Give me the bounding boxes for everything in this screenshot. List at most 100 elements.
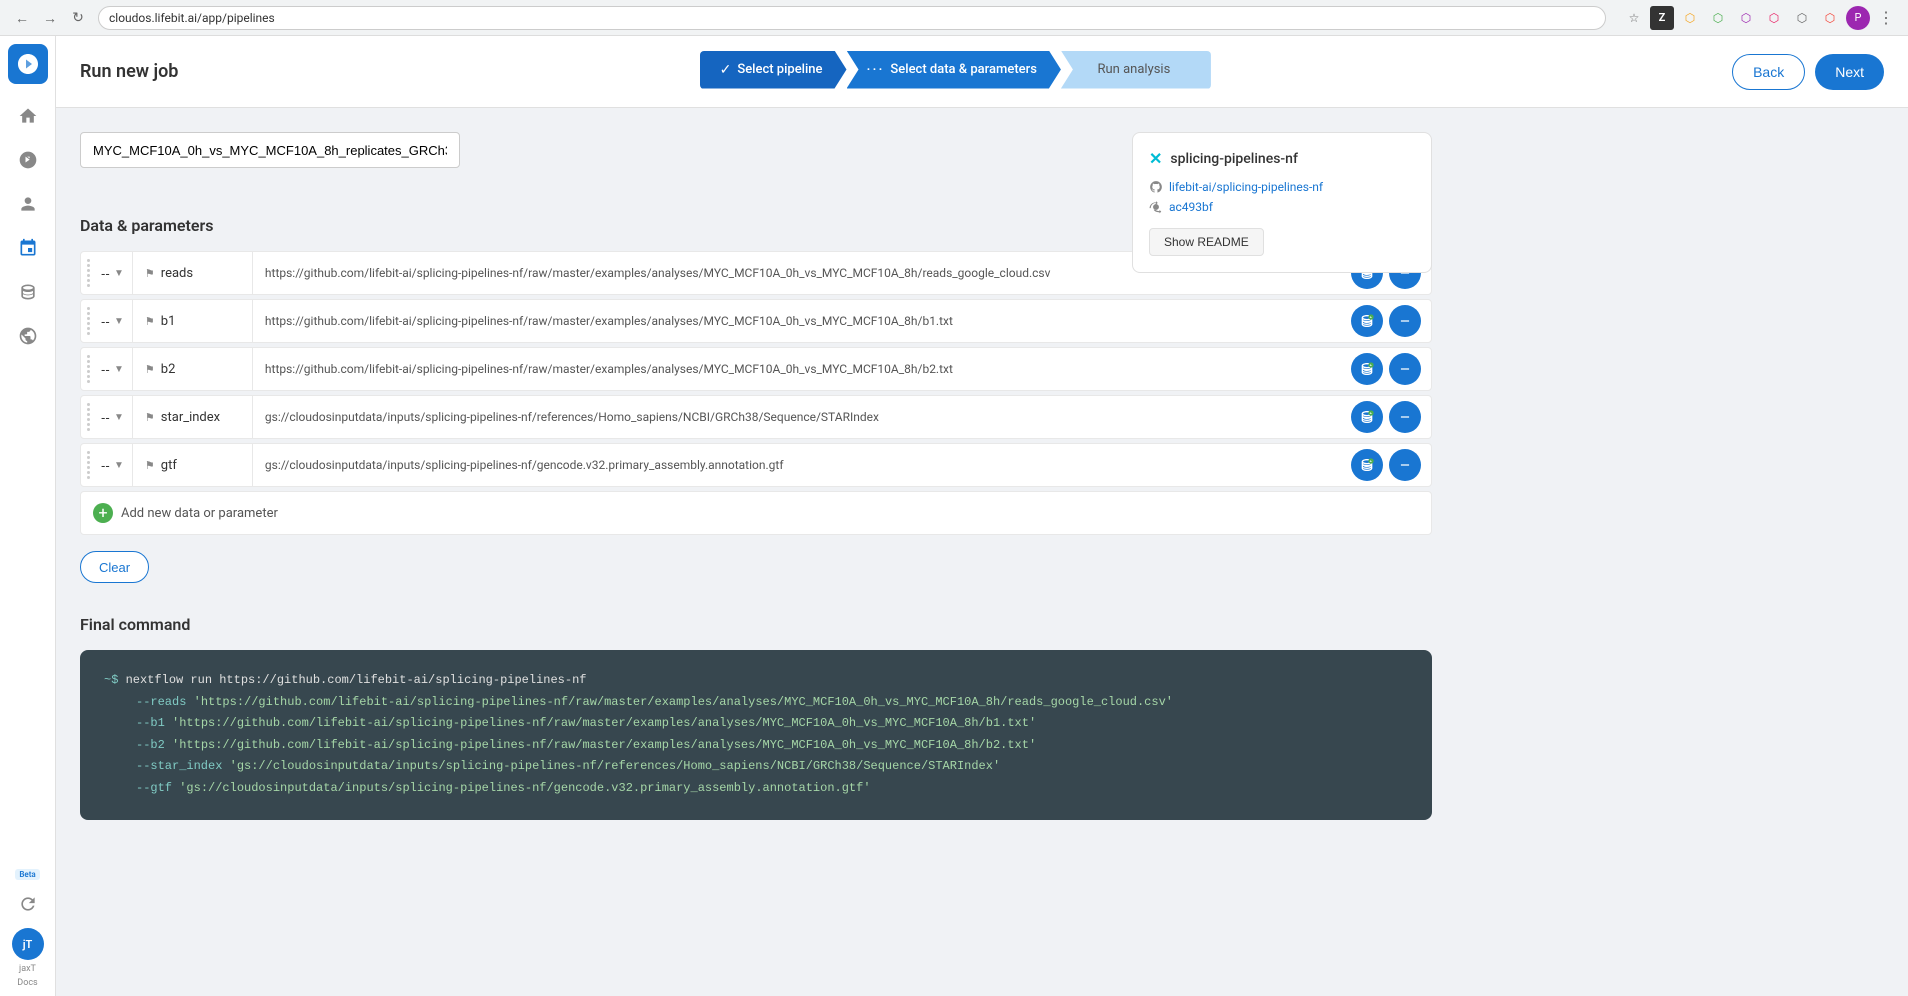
minus-icon	[1398, 362, 1412, 376]
sidebar-item-refresh[interactable]	[8, 884, 48, 924]
param-remove-button-4[interactable]	[1389, 449, 1421, 481]
refresh-nav-button[interactable]: ↻	[66, 6, 90, 30]
cmd-value-text: 'https://github.com/lifebit-ai/splicing-…	[172, 738, 1036, 752]
sidebar-item-pipelines[interactable]	[8, 228, 48, 268]
back-nav-button[interactable]: ←	[10, 6, 34, 30]
ext-icon-5[interactable]: ⬡	[1790, 6, 1814, 30]
sidebar-item-data[interactable]	[8, 272, 48, 312]
param-drag-handle[interactable]	[81, 355, 93, 383]
avatar[interactable]: jT	[12, 928, 44, 960]
user-label: jaxT	[19, 964, 36, 974]
drag-dot	[87, 269, 90, 272]
ext-icon-3[interactable]: ⬡	[1734, 6, 1758, 30]
param-drag-handle[interactable]	[81, 307, 93, 335]
param-drag-handle[interactable]	[81, 259, 93, 287]
show-readme-button[interactable]: Show README	[1149, 228, 1264, 256]
next-button[interactable]: Next	[1815, 54, 1884, 90]
param-select-1[interactable]: -- -	[101, 314, 110, 329]
param-select-wrap: -- - ▼	[93, 444, 133, 486]
cmd-value-text: 'https://github.com/lifebit-ai/splicing-…	[194, 695, 1173, 709]
menu-icon[interactable]: ⋮	[1874, 6, 1898, 30]
drag-dot	[87, 461, 90, 464]
refresh-icon	[18, 894, 38, 914]
param-value-cell: gs://cloudosinputdata/inputs/splicing-pi…	[253, 410, 1341, 424]
sidebar-item-home[interactable]	[8, 96, 48, 136]
cmd-value-text: 'gs://cloudosinputdata/inputs/splicing-p…	[179, 781, 870, 795]
cmd-flag-icon: --b1	[136, 716, 165, 730]
drag-dot	[87, 451, 90, 454]
ext-icon-6[interactable]: ⬡	[1818, 6, 1842, 30]
param-db-button-1[interactable]: +	[1351, 305, 1383, 337]
globe-icon	[18, 326, 38, 346]
param-row: -- - ▼ ⚑ gtf gs://cloudosinputdata/input…	[80, 443, 1432, 487]
stepper: ✓ Select pipeline ··· Select data & para…	[178, 51, 1732, 93]
param-value-cell: https://github.com/lifebit-ai/splicing-p…	[253, 362, 1341, 376]
step-container-2: ··· Select data & parameters	[847, 51, 1061, 93]
param-select-3[interactable]: -- -	[101, 410, 110, 425]
cmd-flag-icon: --gtf	[136, 781, 172, 795]
drag-dot	[87, 370, 90, 373]
drag-dot	[87, 418, 90, 421]
db-icon: +	[1359, 409, 1375, 425]
star-icon[interactable]: ☆	[1622, 6, 1646, 30]
address-bar[interactable]: cloudos.lifebit.ai/app/pipelines	[98, 6, 1606, 30]
drag-dot	[87, 380, 90, 383]
sidebar-item-launch[interactable]	[8, 140, 48, 180]
cmd-flag-icon: --reads	[136, 695, 186, 709]
param-drag-handle[interactable]	[81, 451, 93, 479]
dropdown-arrow-icon: ▼	[114, 268, 124, 279]
database-icon	[18, 282, 38, 302]
forward-nav-button[interactable]: →	[38, 6, 62, 30]
step-3-shape: Run analysis	[1061, 51, 1211, 89]
param-remove-button-3[interactable]	[1389, 401, 1421, 433]
app-logo[interactable]	[8, 44, 48, 84]
ext-icon-2[interactable]: ⬡	[1706, 6, 1730, 30]
cmd-line: --star_index 'gs://cloudosinputdata/inpu…	[104, 756, 1408, 778]
param-drag-handle[interactable]	[81, 403, 93, 431]
param-select-wrap: -- - ▼	[93, 252, 133, 294]
drag-dot	[87, 360, 90, 363]
dropdown-arrow-icon: ▼	[114, 460, 124, 471]
ext-icon-1[interactable]: ⬡	[1678, 6, 1702, 30]
sidebar: Beta jT jaxT Docs	[0, 36, 56, 996]
logo-icon	[16, 52, 40, 76]
user-avatar-browser[interactable]: P	[1846, 6, 1870, 30]
pipeline-card-close-icon[interactable]: ✕	[1149, 149, 1162, 168]
drag-dot	[87, 279, 90, 282]
pipeline-commit-link[interactable]: ac493bf	[1169, 200, 1213, 214]
drag-dot	[87, 307, 90, 310]
param-name: reads	[161, 266, 193, 281]
step-3-label: Run analysis	[1098, 62, 1171, 77]
job-name-input[interactable]	[80, 132, 460, 168]
param-select-0[interactable]: -- -	[101, 266, 110, 281]
drag-dot	[87, 456, 90, 459]
cmd-line: --reads 'https://github.com/lifebit-ai/s…	[104, 692, 1408, 714]
flag-icon: ⚑	[145, 267, 155, 280]
param-remove-button-1[interactable]	[1389, 305, 1421, 337]
final-command-section: Final command ~$ nextflow run https://gi…	[80, 615, 1432, 820]
url-text: cloudos.lifebit.ai/app/pipelines	[109, 11, 275, 25]
param-db-button-4[interactable]: +	[1351, 449, 1383, 481]
clear-button[interactable]: Clear	[80, 551, 149, 583]
commit-icon	[1149, 200, 1163, 214]
step-2-shape: ··· Select data & parameters	[847, 51, 1061, 89]
flag-icon: ⚑	[145, 459, 155, 472]
sidebar-item-users[interactable]	[8, 184, 48, 224]
sidebar-item-globe[interactable]	[8, 316, 48, 356]
flag-icon: ⚑	[145, 411, 155, 424]
flag-icon: ⚑	[145, 363, 155, 376]
add-param-row[interactable]: + Add new data or parameter	[80, 491, 1432, 535]
header-actions: Back Next	[1732, 54, 1884, 90]
z-icon[interactable]: Z	[1650, 6, 1674, 30]
db-icon: +	[1359, 361, 1375, 377]
back-button[interactable]: Back	[1732, 54, 1805, 90]
param-select-2[interactable]: -- -	[101, 362, 110, 377]
cmd-line: --b2 'https://github.com/lifebit-ai/spli…	[104, 735, 1408, 757]
param-remove-button-2[interactable]	[1389, 353, 1421, 385]
param-actions: +	[1341, 353, 1431, 385]
param-db-button-2[interactable]: +	[1351, 353, 1383, 385]
param-db-button-3[interactable]: +	[1351, 401, 1383, 433]
ext-icon-4[interactable]: ⬡	[1762, 6, 1786, 30]
param-select-4[interactable]: -- -	[101, 458, 110, 473]
pipeline-github-link[interactable]: lifebit-ai/splicing-pipelines-nf	[1169, 180, 1323, 194]
